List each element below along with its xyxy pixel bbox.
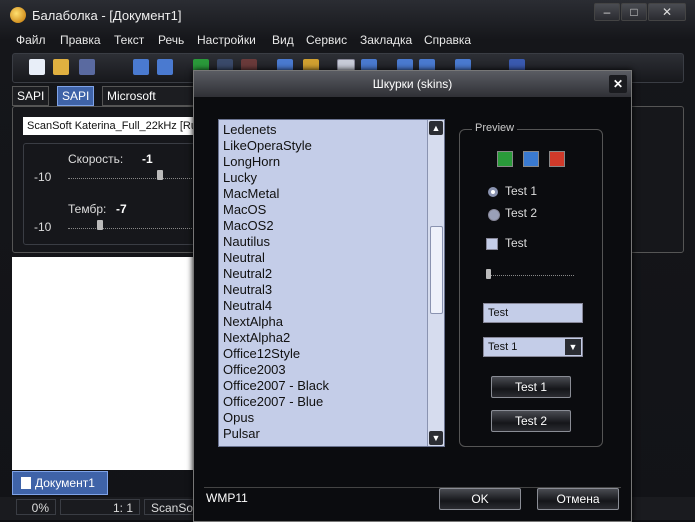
radio-test1-label: Test 1	[505, 184, 538, 198]
list-item[interactable]: Office2007 - Blue	[223, 394, 423, 410]
list-item[interactable]: MacOS	[223, 202, 423, 218]
status-position: 1: 1	[60, 499, 140, 515]
close-icon[interactable]: ✕	[648, 3, 686, 21]
list-item[interactable]: Office12Style	[223, 346, 423, 362]
chevron-down-icon[interactable]: ▼	[565, 339, 581, 355]
voice-sliders: Скорость: -1 -10 Тембр: -7 -10	[23, 143, 215, 245]
scroll-up-icon[interactable]: ▲	[429, 121, 443, 135]
tab-microsoft-speech[interactable]: Microsoft Speech	[102, 86, 193, 121]
pitch-label: Тембр:	[68, 202, 107, 216]
skins-listbox[interactable]: Ledenets LikeOperaStyle LongHorn Lucky M…	[218, 119, 445, 447]
status-percent: 0%	[16, 499, 56, 515]
tab-sapi5[interactable]: SAPI 5	[57, 86, 95, 121]
list-item[interactable]: Office2003	[223, 362, 423, 378]
speed-value: -1	[142, 152, 153, 166]
menu-settings[interactable]: Настройки	[197, 33, 256, 47]
pitch-value: -7	[116, 202, 127, 216]
tab-sapi4[interactable]: SAPI 4	[12, 86, 50, 121]
ok-button[interactable]: OK	[439, 488, 521, 510]
menu-speech[interactable]: Речь	[158, 33, 184, 47]
pitch-track	[68, 228, 208, 230]
scroll-thumb[interactable]	[430, 226, 443, 314]
preview-play-icon[interactable]	[497, 151, 513, 167]
preview-combo-value: Test 1	[488, 341, 518, 353]
list-item[interactable]: Pulsar	[223, 426, 423, 442]
window-title: Балаболка - [Документ1]	[32, 8, 182, 23]
maximize-icon[interactable]: □	[621, 3, 647, 21]
speed-slider[interactable]	[157, 170, 163, 180]
list-item[interactable]: MacOS2	[223, 218, 423, 234]
document-text-area[interactable]	[12, 257, 198, 470]
cancel-button[interactable]: Отмена	[537, 488, 619, 510]
list-item[interactable]: LikeOperaStyle	[223, 138, 423, 154]
list-item[interactable]: Office2007 - Black	[223, 378, 423, 394]
preview-pause-icon[interactable]	[523, 151, 539, 167]
list-scrollbar[interactable]: ▲ ▼	[427, 120, 444, 446]
menu-bar: Файл Правка Текст Речь Настройки Вид Сер…	[0, 30, 695, 50]
document-icon	[21, 477, 31, 489]
radio-test2[interactable]	[488, 209, 500, 221]
list-item[interactable]: Ledenets	[223, 122, 423, 138]
preview-slider-track	[486, 275, 574, 277]
list-item[interactable]: Nautilus	[223, 234, 423, 250]
menu-view[interactable]: Вид	[272, 33, 294, 47]
title-bar: Балаболка - [Документ1] – □ ✕	[0, 0, 695, 30]
voice-select[interactable]: ScanSoft Katerina_Full_22kHz [Ru	[23, 117, 207, 135]
list-item[interactable]: Opus	[223, 410, 423, 426]
dialog-close-icon[interactable]: ✕	[609, 75, 627, 93]
new-document-icon[interactable]	[29, 59, 45, 75]
copy-icon[interactable]	[157, 59, 173, 75]
preview-checkbox[interactable]	[486, 238, 498, 250]
radio-test1[interactable]	[488, 187, 498, 197]
current-skin: WMP11	[206, 491, 248, 505]
list-item[interactable]: Neutral2	[223, 266, 423, 282]
list-item[interactable]: Neutral4	[223, 298, 423, 314]
speed-label: Скорость:	[68, 152, 124, 166]
menu-bookmark[interactable]: Закладка	[360, 33, 412, 47]
menu-text[interactable]: Текст	[114, 33, 144, 47]
preview-test1-button[interactable]: Test 1	[491, 376, 571, 398]
list-item[interactable]: Neutral3	[223, 282, 423, 298]
menu-file[interactable]: Файл	[16, 33, 46, 47]
preview-label: Preview	[472, 122, 518, 134]
menu-edit[interactable]: Правка	[60, 33, 101, 47]
minimize-icon[interactable]: –	[594, 3, 620, 21]
list-item[interactable]: Lucky	[223, 170, 423, 186]
preview-stop-icon[interactable]	[549, 151, 565, 167]
list-item[interactable]: NextAlpha	[223, 314, 423, 330]
skins-list: Ledenets LikeOperaStyle LongHorn Lucky M…	[223, 122, 423, 442]
dialog-title: Шкурки (skins)	[194, 71, 631, 97]
preview-slider[interactable]	[486, 269, 491, 279]
radio-test2-label: Test 2	[505, 206, 538, 220]
status-voice: ScanSo	[144, 499, 194, 515]
list-item[interactable]: NextAlpha2	[223, 330, 423, 346]
pitch-slider[interactable]	[97, 220, 103, 230]
speed-track	[68, 178, 208, 180]
skins-dialog: Шкурки (skins) ✕ Ledenets LikeOperaStyle…	[193, 70, 632, 522]
speed-min-label: -10	[34, 170, 52, 184]
save-icon[interactable]	[79, 59, 95, 75]
app-logo-icon	[10, 7, 26, 23]
list-item[interactable]: LongHorn	[223, 154, 423, 170]
preview-edit[interactable]: Test	[483, 303, 583, 323]
print-icon[interactable]	[133, 59, 149, 75]
pitch-min-label: -10	[34, 220, 52, 234]
menu-tools[interactable]: Сервис	[306, 33, 347, 47]
preview-group	[459, 129, 603, 447]
dialog-body: Ledenets LikeOperaStyle LongHorn Lucky M…	[194, 97, 631, 521]
list-item[interactable]: MacMetal	[223, 186, 423, 202]
preview-checkbox-label: Test	[505, 236, 528, 250]
preview-combo[interactable]: Test 1 ▼	[483, 337, 583, 357]
tab-document1[interactable]: Документ1	[12, 471, 108, 495]
scroll-down-icon[interactable]: ▼	[429, 431, 443, 445]
list-item[interactable]: Neutral	[223, 250, 423, 266]
document-tab-label: Документ1	[35, 476, 95, 490]
open-folder-icon[interactable]	[53, 59, 69, 75]
preview-test2-button[interactable]: Test 2	[491, 410, 571, 432]
menu-help[interactable]: Справка	[424, 33, 471, 47]
